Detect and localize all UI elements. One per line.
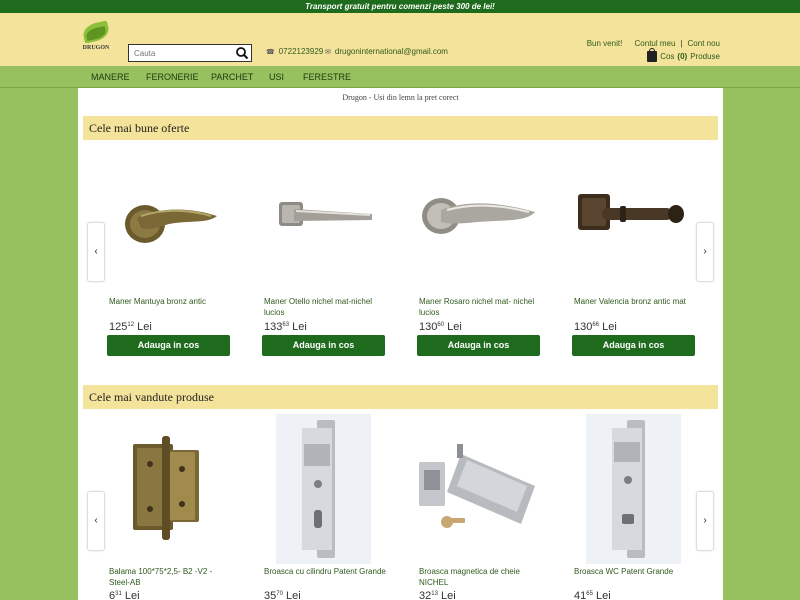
email-address: drugoninternational@gmail.com (334, 47, 448, 56)
logo[interactable]: DRUGON (80, 20, 112, 57)
welcome-text: Bun venit! (586, 39, 623, 48)
section-title-offers: Cele mai bune oferte (83, 116, 718, 140)
search-box (128, 44, 252, 62)
product-name[interactable]: Maner Rosaro nichel mat- nichel lucios (419, 296, 542, 318)
product-price: 13066 Lei (574, 321, 617, 333)
nav-item-ferestre[interactable]: FERESTRE (303, 66, 351, 88)
add-to-cart-button[interactable]: Adauga in cos (262, 335, 385, 356)
email-contact[interactable]: ✉ drugoninternational@gmail.com (325, 47, 448, 56)
product-price: 13060 Lei (419, 321, 462, 333)
product-image-brass-hinge[interactable] (107, 414, 232, 564)
product-image-wc-lock[interactable] (572, 414, 697, 564)
product-name[interactable]: Broasca WC Patent Grande (574, 566, 697, 577)
carousel-prev-arrow[interactable]: ‹ (87, 222, 105, 282)
product-image-bronze-lever-handle[interactable] (107, 176, 232, 266)
carousel-next-arrow[interactable]: › (696, 222, 714, 282)
product-name[interactable]: Balama 100*75*2,5- B2 -V2 - Steel-AB (109, 566, 232, 588)
product-image-nickel-round-rose-handle[interactable] (417, 176, 542, 266)
main-content: Drugon - Usi din lemn la pret corect Cel… (78, 88, 723, 600)
nav-item-feronerie[interactable]: FERONERIE (146, 66, 199, 88)
search-icon[interactable] (235, 46, 249, 60)
shopping-bag-icon (647, 48, 658, 62)
logo-text: DRUGON (82, 45, 110, 51)
promo-banner: Transport gratuit pentru comenzi peste 3… (0, 0, 800, 13)
product-price: 631 Lei (109, 590, 140, 600)
cart-count: (0) (677, 52, 688, 61)
nav-item-manere[interactable]: MANERE (91, 66, 130, 88)
search-input[interactable] (129, 45, 233, 61)
section-title-bestsellers: Cele mai vandute produse (83, 385, 718, 409)
product-image-dark-bronze-square-handle[interactable] (572, 176, 697, 266)
my-account-link[interactable]: Contul meu (635, 39, 676, 48)
product-image-cylinder-lock[interactable] (262, 414, 387, 564)
new-account-link[interactable]: Cont nou (688, 39, 720, 48)
nav-item-usi[interactable]: USI (269, 66, 284, 88)
phone-number: 0722123929 (278, 47, 324, 56)
product-name[interactable]: Maner Mantuya bronz antic (109, 296, 232, 307)
site-tagline: Drugon - Usi din lemn la pret corect (342, 93, 459, 102)
nav-item-parchet[interactable]: PARCHET (211, 66, 253, 88)
account-links: Bun venit! Contul meu | Cont nou (586, 39, 720, 48)
product-image-magnetic-key-lock[interactable] (417, 414, 542, 564)
carousel-prev-arrow[interactable]: ‹ (87, 491, 105, 551)
carousel-next-arrow[interactable]: › (696, 491, 714, 551)
header: DRUGON ☎ 0722123929 ✉ drugoninternationa… (0, 13, 800, 66)
product-name[interactable]: Broasca magnetica de cheie NICHEL (419, 566, 542, 588)
product-price: 3213 Lei (419, 590, 456, 600)
product-name[interactable]: Maner Otello nichel mat-nichel lucios (264, 296, 387, 318)
phone-contact[interactable]: ☎ 0722123929 (266, 47, 323, 56)
product-price: 12512 Lei (109, 321, 152, 333)
main-nav: MANERE FERONERIE PARCHET USI FERESTRE (0, 66, 800, 88)
cart-link[interactable]: Cos (0) Produse (647, 48, 720, 62)
product-name[interactable]: Broasca cu cilindru Patent Grande (264, 566, 387, 577)
product-price: 13363 Lei (264, 321, 307, 333)
product-price: 3570 Lei (264, 590, 301, 600)
cart-label: Cos (660, 52, 675, 61)
phone-icon: ☎ (266, 48, 275, 56)
product-price: 4165 Lei (574, 590, 611, 600)
add-to-cart-button[interactable]: Adauga in cos (572, 335, 695, 356)
mail-icon: ✉ (325, 48, 331, 56)
cart-suffix: Produse (690, 52, 720, 61)
product-name[interactable]: Maner Valencia bronz antic mat (574, 296, 697, 307)
add-to-cart-button[interactable]: Adauga in cos (107, 335, 230, 356)
add-to-cart-button[interactable]: Adauga in cos (417, 335, 540, 356)
product-image-nickel-square-rose-handle[interactable] (262, 176, 387, 266)
